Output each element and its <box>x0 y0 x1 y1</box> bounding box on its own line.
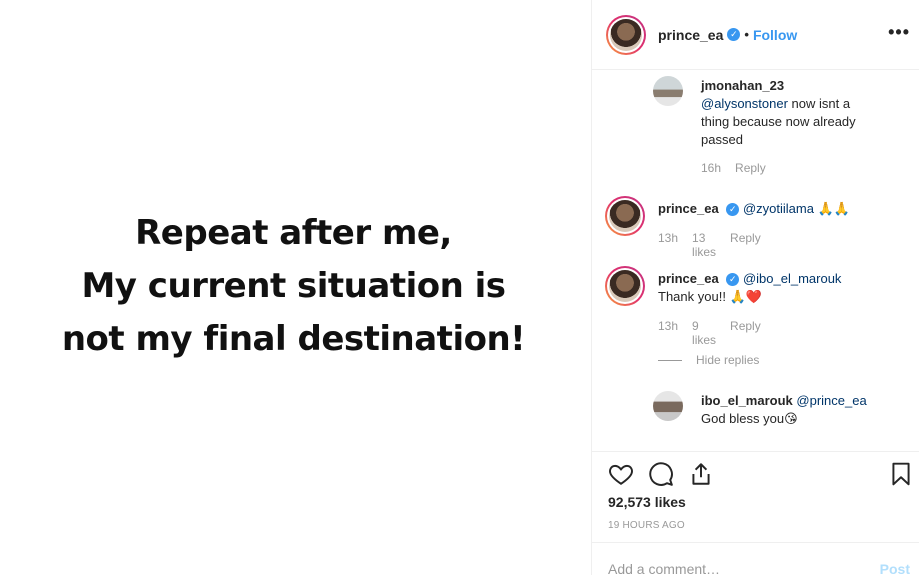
comment-avatar-ring[interactable] <box>605 196 645 236</box>
comment-username[interactable]: prince_ea <box>658 201 719 216</box>
add-comment-bar: Post <box>592 542 919 575</box>
comment-likes[interactable]: 13 likes <box>692 231 716 259</box>
comment-time: 13h <box>658 319 679 333</box>
side-panel: prince_ea ✓ • Follow ••• jmonahan_23 @al… <box>591 0 919 575</box>
post-header: prince_ea ✓ • Follow ••• <box>592 0 919 70</box>
comment-mention[interactable]: @zyotiilama <box>743 201 814 216</box>
comments-list: jmonahan_23 @alysonstoner now isnt a thi… <box>592 71 919 451</box>
hide-replies-label[interactable]: Hide replies <box>696 353 759 367</box>
follow-button[interactable]: Follow <box>753 27 797 43</box>
verified-icon: ✓ <box>727 28 741 41</box>
comment-body: prince_ea ✓ @ibo_el_marouk Thank you!! 🙏… <box>658 270 878 306</box>
post-image: Repeat after me, My current situation is… <box>0 0 591 575</box>
comment-mention[interactable]: @ibo_el_marouk <box>743 271 841 286</box>
bookmark-icon[interactable] <box>888 461 914 487</box>
heart-icon[interactable] <box>608 461 634 487</box>
post-time: 19 HOURS AGO <box>608 520 685 531</box>
comment-username[interactable]: jmonahan_23 <box>701 78 784 93</box>
verified-icon: ✓ <box>726 203 740 217</box>
comment-time: 16h <box>701 161 722 175</box>
comment-body: jmonahan_23 @alysonstoner now isnt a thi… <box>701 77 881 149</box>
comment-mention[interactable]: @alysonstoner <box>701 96 788 111</box>
hide-replies-line <box>658 359 682 361</box>
comment-avatar <box>609 270 641 302</box>
comment-icon[interactable] <box>648 461 674 487</box>
share-icon[interactable] <box>688 461 714 487</box>
comment-likes[interactable]: 9 likes <box>692 319 716 347</box>
comment-username[interactable]: ibo_el_marouk <box>701 393 793 408</box>
comment-avatar-ring[interactable] <box>605 266 645 306</box>
header-avatar-ring[interactable] <box>606 14 646 55</box>
comment-meta: 13h 9 likes Reply <box>658 319 761 347</box>
comment-avatar[interactable] <box>653 391 683 421</box>
comment-meta: 13h 13 likes Reply <box>658 231 761 259</box>
comment-text: 🙏🙏 <box>813 201 850 216</box>
more-icon[interactable]: ••• <box>888 22 910 43</box>
comment-input[interactable] <box>608 561 868 575</box>
header-avatar <box>610 18 642 51</box>
hide-replies[interactable]: Hide replies <box>658 353 759 367</box>
comment-time: 13h <box>658 231 679 245</box>
reply-button[interactable]: Reply <box>735 161 766 175</box>
reply-button[interactable]: Reply <box>730 231 761 259</box>
comment-body: ibo_el_marouk @prince_ea God bless you😘 <box>701 392 881 428</box>
comment-text: God bless you😘 <box>701 411 798 426</box>
comment-body: prince_ea ✓ @zyotiilama 🙏🙏 <box>658 200 878 218</box>
verified-icon: ✓ <box>726 273 740 287</box>
post-quote-line-2: My current situation is <box>81 266 506 306</box>
comment-text: Thank you!! 🙏❤️ <box>658 289 762 304</box>
post-quote-line-1: Repeat after me, <box>135 213 452 253</box>
post-quote-line-3: not my final destination! <box>61 319 526 359</box>
reply-button[interactable]: Reply <box>730 319 761 347</box>
comment-avatar <box>609 200 641 232</box>
comment-mention[interactable]: @prince_ea <box>796 393 866 408</box>
post-quote: Repeat after me, My current situation is… <box>61 207 526 366</box>
likes-count[interactable]: 92,573 likes <box>608 494 686 510</box>
comment-avatar[interactable] <box>653 76 683 106</box>
comment-username[interactable]: prince_ea <box>658 271 719 286</box>
comment-meta: 16h Reply <box>701 161 766 175</box>
header-username[interactable]: prince_ea <box>658 27 723 43</box>
header-separator: • <box>744 27 749 42</box>
post-button[interactable]: Post <box>880 561 910 575</box>
